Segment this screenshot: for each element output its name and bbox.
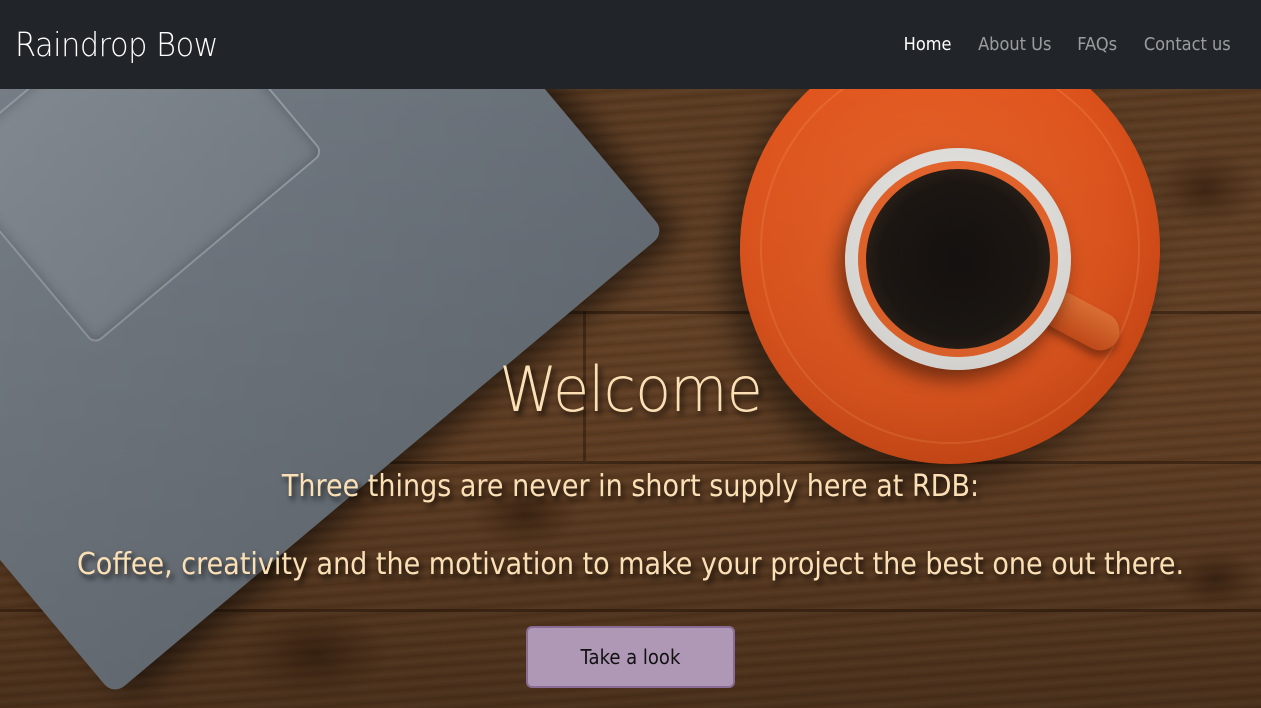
hero-heading: Welcome (499, 353, 763, 426)
hero-tagline-primary: Three things are never in short supply h… (281, 469, 980, 504)
hero-section: H N B V Welcome Three things are never i… (0, 89, 1261, 708)
hero-tagline-secondary: Coffee, creativity and the motivation to… (76, 547, 1185, 582)
nav-link-faqs[interactable]: FAQs (1077, 34, 1117, 55)
take-a-look-button-label: Take a look (580, 645, 681, 669)
nav-link-contact-us[interactable]: Contact us (1144, 34, 1231, 55)
nav-link-home[interactable]: Home (903, 34, 951, 55)
navbar: Raindrop Bow Home About Us FAQs Contact … (0, 0, 1261, 89)
nav-link-about-us[interactable]: About Us (978, 34, 1051, 55)
brand-logo[interactable]: Raindrop Bow (15, 25, 219, 64)
nav-links: Home About Us FAQs Contact us (901, 34, 1236, 55)
take-a-look-button[interactable]: Take a look (526, 626, 735, 688)
hero-content: Welcome Three things are never in short … (0, 89, 1261, 708)
